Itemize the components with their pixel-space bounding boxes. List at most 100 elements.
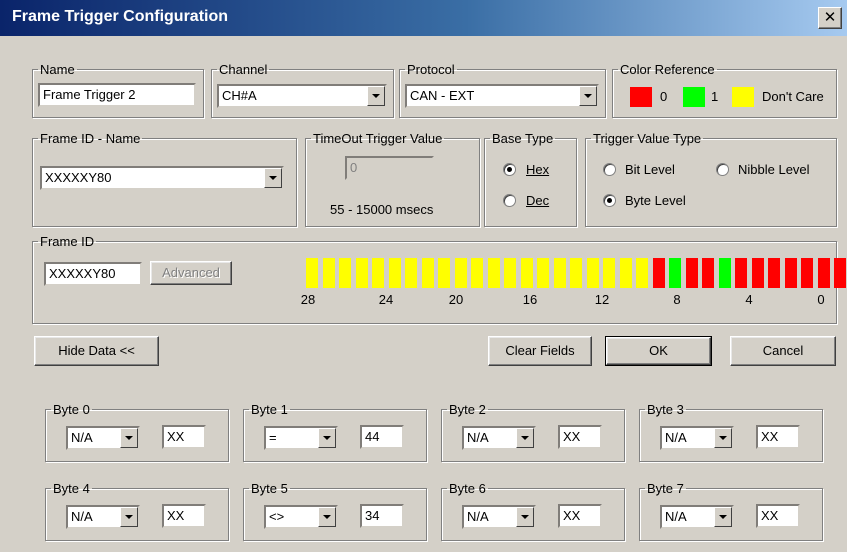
frame-id-bit[interactable]: [669, 258, 681, 288]
chevron-down-icon[interactable]: [367, 86, 385, 106]
frame-id-bit[interactable]: [554, 258, 566, 288]
bit-tick-label: 4: [745, 292, 753, 307]
color-label-zero: 0: [660, 89, 668, 104]
chevron-down-icon[interactable]: [579, 86, 597, 106]
chevron-down-icon[interactable]: [318, 507, 336, 527]
cancel-button[interactable]: Cancel: [730, 336, 836, 366]
frame-id-bit[interactable]: [686, 258, 698, 288]
color-label-dont-care: Don't Care: [762, 89, 824, 104]
frame-id-bit[interactable]: [339, 258, 351, 288]
frame-id-name-select[interactable]: XXXXXY80: [40, 166, 284, 190]
chevron-down-icon[interactable]: [318, 428, 336, 448]
protocol-legend: Protocol: [407, 62, 455, 77]
frame-id-bit[interactable]: [653, 258, 665, 288]
chevron-down-icon[interactable]: [120, 507, 138, 527]
frame-id-bit[interactable]: [537, 258, 549, 288]
frame-id-bit[interactable]: [372, 258, 384, 288]
frame-id-bit[interactable]: [834, 258, 846, 288]
color-label-one: 1: [711, 89, 719, 104]
frame-id-bit[interactable]: [570, 258, 582, 288]
timeout-input[interactable]: 0: [345, 156, 434, 180]
frame-id-bit[interactable]: [587, 258, 599, 288]
clear-fields-button[interactable]: Clear Fields: [488, 336, 592, 366]
frame-id-bit[interactable]: [306, 258, 318, 288]
frame-id-bit[interactable]: [356, 258, 368, 288]
byte-operator-value: N/A: [665, 430, 687, 445]
byte-operator-select[interactable]: N/A: [660, 505, 734, 529]
ok-button[interactable]: OK: [605, 336, 712, 366]
base-type-group: Base Type: [484, 131, 577, 227]
frame-id-bit[interactable]: [504, 258, 516, 288]
frame-id-bit[interactable]: [801, 258, 813, 288]
protocol-value: CAN - EXT: [410, 88, 475, 103]
frame-id-bit[interactable]: [323, 258, 335, 288]
byte-value-input[interactable]: 34: [360, 504, 404, 528]
byte-value-input[interactable]: XX: [162, 425, 206, 449]
byte-legend: Byte 4: [53, 481, 90, 496]
close-button[interactable]: ✕: [818, 7, 842, 29]
byte-value-input[interactable]: XX: [558, 504, 602, 528]
name-legend: Name: [40, 62, 75, 77]
byte-operator-select[interactable]: N/A: [660, 426, 734, 450]
hex-radio[interactable]: [503, 163, 516, 176]
dec-radio[interactable]: [503, 194, 516, 207]
byte-operator-select[interactable]: N/A: [66, 505, 140, 529]
timeout-legend: TimeOut Trigger Value: [313, 131, 443, 146]
byte-level-label: Byte Level: [625, 193, 686, 208]
chevron-down-icon[interactable]: [714, 507, 732, 527]
byte-value-input[interactable]: 44: [360, 425, 404, 449]
name-input[interactable]: Frame Trigger 2: [38, 83, 196, 107]
frame-id-bit[interactable]: [521, 258, 533, 288]
frame-id-bit[interactable]: [488, 258, 500, 288]
channel-legend: Channel: [219, 62, 268, 77]
byte-operator-select[interactable]: N/A: [66, 426, 140, 450]
frame-id-bit[interactable]: [702, 258, 714, 288]
byte-legend: Byte 6: [449, 481, 486, 496]
byte-value-input[interactable]: XX: [756, 425, 800, 449]
channel-select[interactable]: CH#A: [217, 84, 387, 108]
frame-id-bit[interactable]: [620, 258, 632, 288]
frame-id-bit[interactable]: [636, 258, 648, 288]
bit-level-radio[interactable]: [603, 163, 616, 176]
frame-id-name-value: XXXXXY80: [45, 170, 112, 185]
hide-data-button[interactable]: Hide Data <<: [34, 336, 159, 366]
chevron-down-icon[interactable]: [516, 428, 534, 448]
byte-operator-select[interactable]: <>: [264, 505, 338, 529]
byte-operator-select[interactable]: N/A: [462, 505, 536, 529]
frame-id-bit[interactable]: [768, 258, 780, 288]
chevron-down-icon[interactable]: [714, 428, 732, 448]
timeout-range-label: 55 - 15000 msecs: [330, 202, 434, 217]
byte-level-radio[interactable]: [603, 194, 616, 207]
frame-id-bit[interactable]: [719, 258, 731, 288]
frame-id-bit[interactable]: [422, 258, 434, 288]
nibble-level-radio[interactable]: [716, 163, 729, 176]
frame-id-bit[interactable]: [389, 258, 401, 288]
frame-id-input[interactable]: XXXXXY80: [44, 262, 142, 286]
chevron-down-icon[interactable]: [516, 507, 534, 527]
byte-operator-value: N/A: [71, 509, 93, 524]
frame-id-bit[interactable]: [818, 258, 830, 288]
byte-value-input[interactable]: XX: [558, 425, 602, 449]
byte-value-input[interactable]: XX: [756, 504, 800, 528]
advanced-button[interactable]: Advanced: [150, 261, 232, 285]
frame-id-bit[interactable]: [752, 258, 764, 288]
frame-id-bit[interactable]: [471, 258, 483, 288]
frame-id-bit[interactable]: [603, 258, 615, 288]
byte-value-input[interactable]: XX: [162, 504, 206, 528]
frame-id-legend: Frame ID: [40, 234, 95, 249]
frame-id-bit[interactable]: [438, 258, 450, 288]
protocol-select[interactable]: CAN - EXT: [405, 84, 599, 108]
bit-tick-label: 20: [448, 292, 464, 307]
byte-operator-select[interactable]: N/A: [462, 426, 536, 450]
frame-id-bit[interactable]: [735, 258, 747, 288]
byte-operator-select[interactable]: =: [264, 426, 338, 450]
byte-operator-value: N/A: [665, 509, 687, 524]
byte-legend: Byte 2: [449, 402, 486, 417]
frame-id-bit[interactable]: [405, 258, 417, 288]
chevron-down-icon[interactable]: [120, 428, 138, 448]
frame-id-bit[interactable]: [785, 258, 797, 288]
frame-id-bit[interactable]: [455, 258, 467, 288]
chevron-down-icon[interactable]: [264, 168, 282, 188]
byte-operator-value: =: [269, 430, 277, 445]
trigger-value-type-group: Trigger Value Type: [585, 131, 837, 227]
